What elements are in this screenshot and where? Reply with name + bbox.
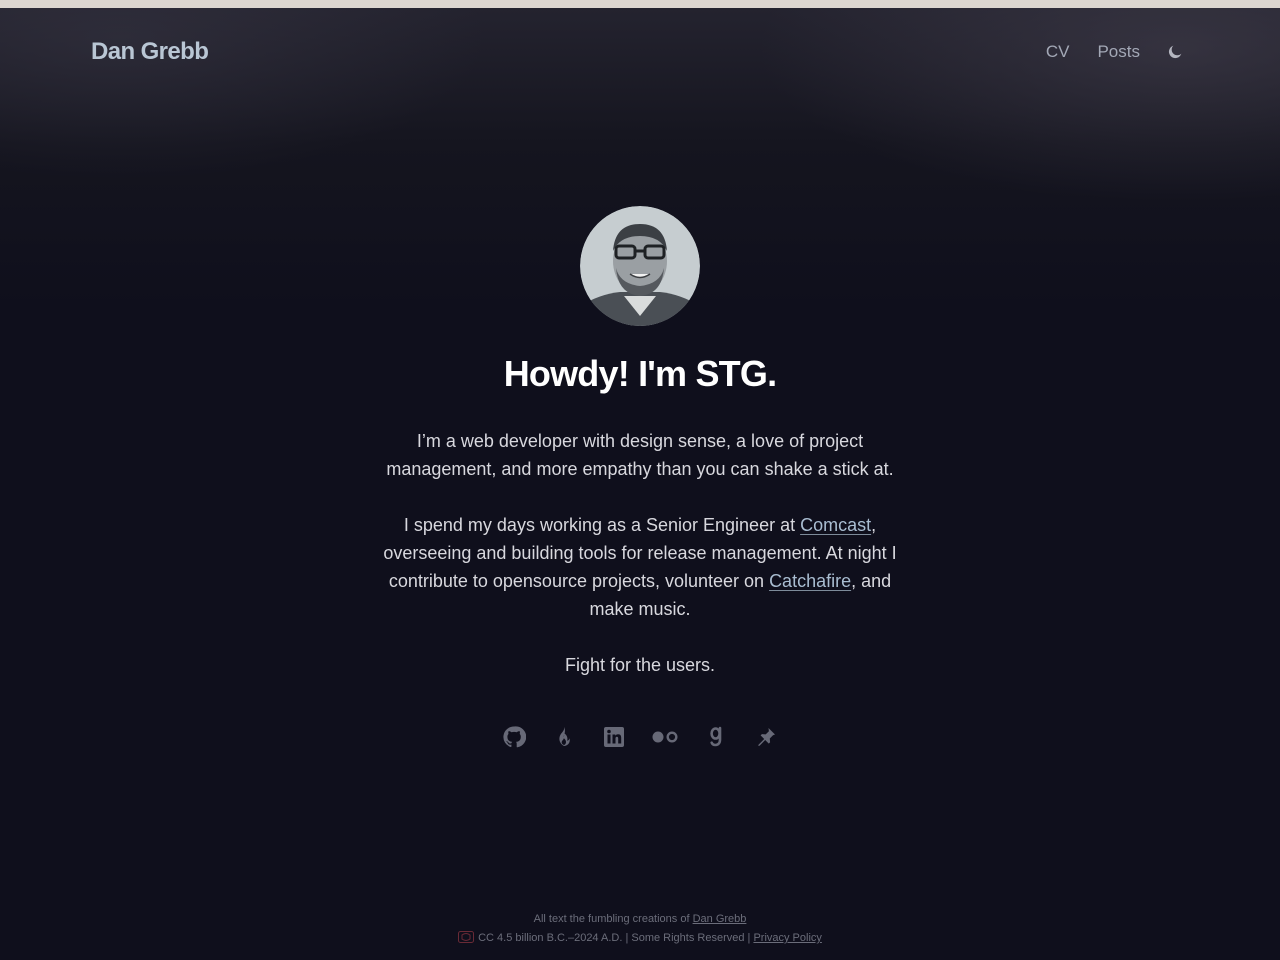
moon-icon[interactable] bbox=[1166, 43, 1184, 61]
comcast-link[interactable]: Comcast bbox=[800, 515, 871, 535]
nav-link-posts[interactable]: Posts bbox=[1097, 42, 1140, 62]
site-footer: All text the fumbling creations of Dan G… bbox=[0, 910, 1280, 948]
site-title-link[interactable]: Dan Grebb bbox=[91, 38, 209, 66]
intro-text-segment: I spend my days working as a Senior Engi… bbox=[403, 515, 801, 535]
github-icon[interactable] bbox=[500, 723, 528, 751]
intro-paragraph-1: I’m a web developer with design sense, a… bbox=[386, 431, 894, 479]
flickr-icon[interactable] bbox=[650, 723, 680, 751]
intro-paragraph-3: Fight for the users. bbox=[564, 655, 716, 675]
footer-credit-text: All text the fumbling creations of bbox=[533, 913, 693, 925]
hero-section: Howdy! I'm STG. I’m a web developer with… bbox=[0, 206, 1280, 751]
top-accent-bar bbox=[0, 0, 1280, 8]
pin-icon[interactable] bbox=[752, 723, 780, 751]
nav-link-cv[interactable]: CV bbox=[1046, 42, 1070, 62]
goodreads-icon[interactable] bbox=[702, 723, 730, 751]
footer-line-2: CC 4.5 billion B.C.–2024 A.D. | Some Rig… bbox=[0, 929, 1280, 948]
avatar bbox=[580, 206, 700, 326]
catchafire-link[interactable]: Catchafire bbox=[769, 571, 851, 591]
footer-license-text: CC 4.5 billion B.C.–2024 A.D. | Some Rig… bbox=[478, 932, 754, 944]
social-links bbox=[0, 723, 1280, 751]
footer-line-1: All text the fumbling creations of Dan G… bbox=[0, 910, 1280, 929]
page-heading: Howdy! I'm STG. bbox=[503, 353, 777, 394]
creative-commons-icon bbox=[458, 931, 475, 943]
flame-icon[interactable] bbox=[550, 723, 578, 751]
privacy-policy-link[interactable]: Privacy Policy bbox=[753, 932, 821, 944]
intro-paragraph-2: I spend my days working as a Senior Engi… bbox=[370, 511, 910, 623]
linkedin-icon[interactable] bbox=[600, 723, 628, 751]
footer-author-link[interactable]: Dan Grebb bbox=[693, 913, 747, 925]
main-nav: CV Posts bbox=[1018, 42, 1184, 62]
intro-text: I’m a web developer with design sense, a… bbox=[370, 427, 910, 679]
site-header: Dan Grebb CV Posts bbox=[0, 8, 1280, 100]
